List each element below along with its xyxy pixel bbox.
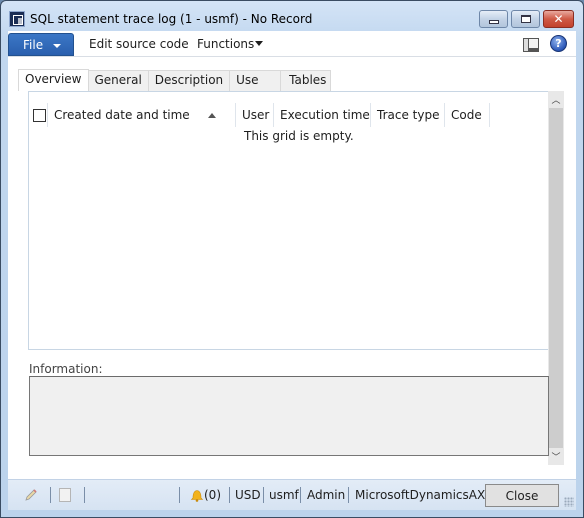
caption-buttons: ✕ [479,10,574,28]
user-indicator[interactable]: Admin [307,488,345,502]
information-label: Information: [29,362,103,376]
client-area: File Edit source code Functions ? Overvi… [8,31,576,510]
functions-label: Functions [197,37,255,51]
vertical-scrollbar[interactable]: ︿ ﹀ [548,91,564,465]
column-label: Trace type [377,108,440,122]
minimize-icon [488,19,499,24]
status-separator [229,487,230,503]
file-menu-button[interactable]: File [8,33,74,56]
chevron-up-icon: ︿ [551,96,561,106]
status-separator [50,487,51,503]
column-label: User [242,108,270,122]
file-label: File [23,37,44,52]
currency-indicator[interactable]: USD [235,488,261,502]
close-button[interactable]: Close [485,484,559,507]
app-window: SQL statement trace log (1 - usmf) - No … [0,0,584,518]
resize-grip[interactable] [564,497,574,507]
status-separator [84,487,85,503]
chevron-down-icon: ﹀ [551,453,561,463]
select-all-checkbox[interactable] [33,108,46,122]
notification-bell-icon[interactable] [190,488,204,502]
app-icon[interactable] [9,11,25,27]
column-created-date-time[interactable]: Created date and time [48,103,236,127]
scroll-down-button[interactable]: ﹀ [548,448,564,465]
information-field[interactable] [29,376,549,456]
status-separator [179,487,180,503]
tab-label: Description [154,73,224,87]
dropdown-caret-icon [255,41,264,46]
notification-count[interactable]: (0) [204,488,221,502]
select-all-column [29,103,48,127]
trace-log-grid: Created date and time User Execution tim… [28,91,550,350]
column-label: Execution time [280,108,370,122]
functions-menu-button[interactable]: Functions [197,37,264,51]
grid-empty-message: This grid is empty. [244,129,354,143]
edit-source-code-label: Edit source code [89,37,189,51]
close-window-button[interactable]: ✕ [543,10,574,28]
edit-source-code-button[interactable]: Edit source code [89,37,189,51]
tab-overview[interactable]: Overview [18,69,89,91]
company-indicator[interactable]: usmf [269,488,299,502]
column-code[interactable]: Code [445,103,490,127]
column-user[interactable]: User [236,103,274,127]
scroll-thumb[interactable] [549,108,563,448]
action-pane: File Edit source code Functions ? [8,31,576,57]
maximize-button[interactable] [511,10,540,28]
status-separator [348,487,349,503]
tab-use[interactable]: Use [230,70,282,91]
tab-label: Tables [289,73,327,87]
column-label: Code [451,108,482,122]
sort-ascending-icon [207,112,216,118]
edit-pencil-icon[interactable] [24,488,38,502]
maximize-icon [520,15,531,23]
status-separator [263,487,264,503]
status-separator [300,487,301,503]
partition-indicator[interactable]: MicrosoftDynamicsAX [355,488,485,502]
tab-description[interactable]: Description [148,70,231,91]
grid-header: Created date and time User Execution tim… [29,103,490,127]
layout-icon[interactable] [523,38,539,52]
close-icon: ✕ [553,12,564,26]
title-bar[interactable]: SQL statement trace log (1 - usmf) - No … [1,1,583,31]
status-bar: (0) USD usmf Admin MicrosoftDynamicsAX C… [8,479,576,510]
column-trace-type[interactable]: Trace type [371,103,445,127]
attachments-icon[interactable] [59,488,71,502]
tab-label: General [94,73,142,87]
help-icon[interactable]: ? [550,35,567,52]
tab-label: Use [236,73,259,87]
tab-tables[interactable]: Tables [281,70,332,91]
scroll-up-button[interactable]: ︿ [548,91,564,108]
minimize-button[interactable] [479,10,508,28]
tab-label: Overview [25,72,82,86]
column-execution-time[interactable]: Execution time [274,103,371,127]
column-label: Created date and time [54,108,190,122]
help-glyph: ? [555,37,562,50]
tab-general[interactable]: General [88,70,149,91]
tab-strip: Overview General Description Use Tables [18,69,332,91]
chevron-down-icon [53,43,62,48]
window-title: SQL statement trace log (1 - usmf) - No … [30,12,313,26]
